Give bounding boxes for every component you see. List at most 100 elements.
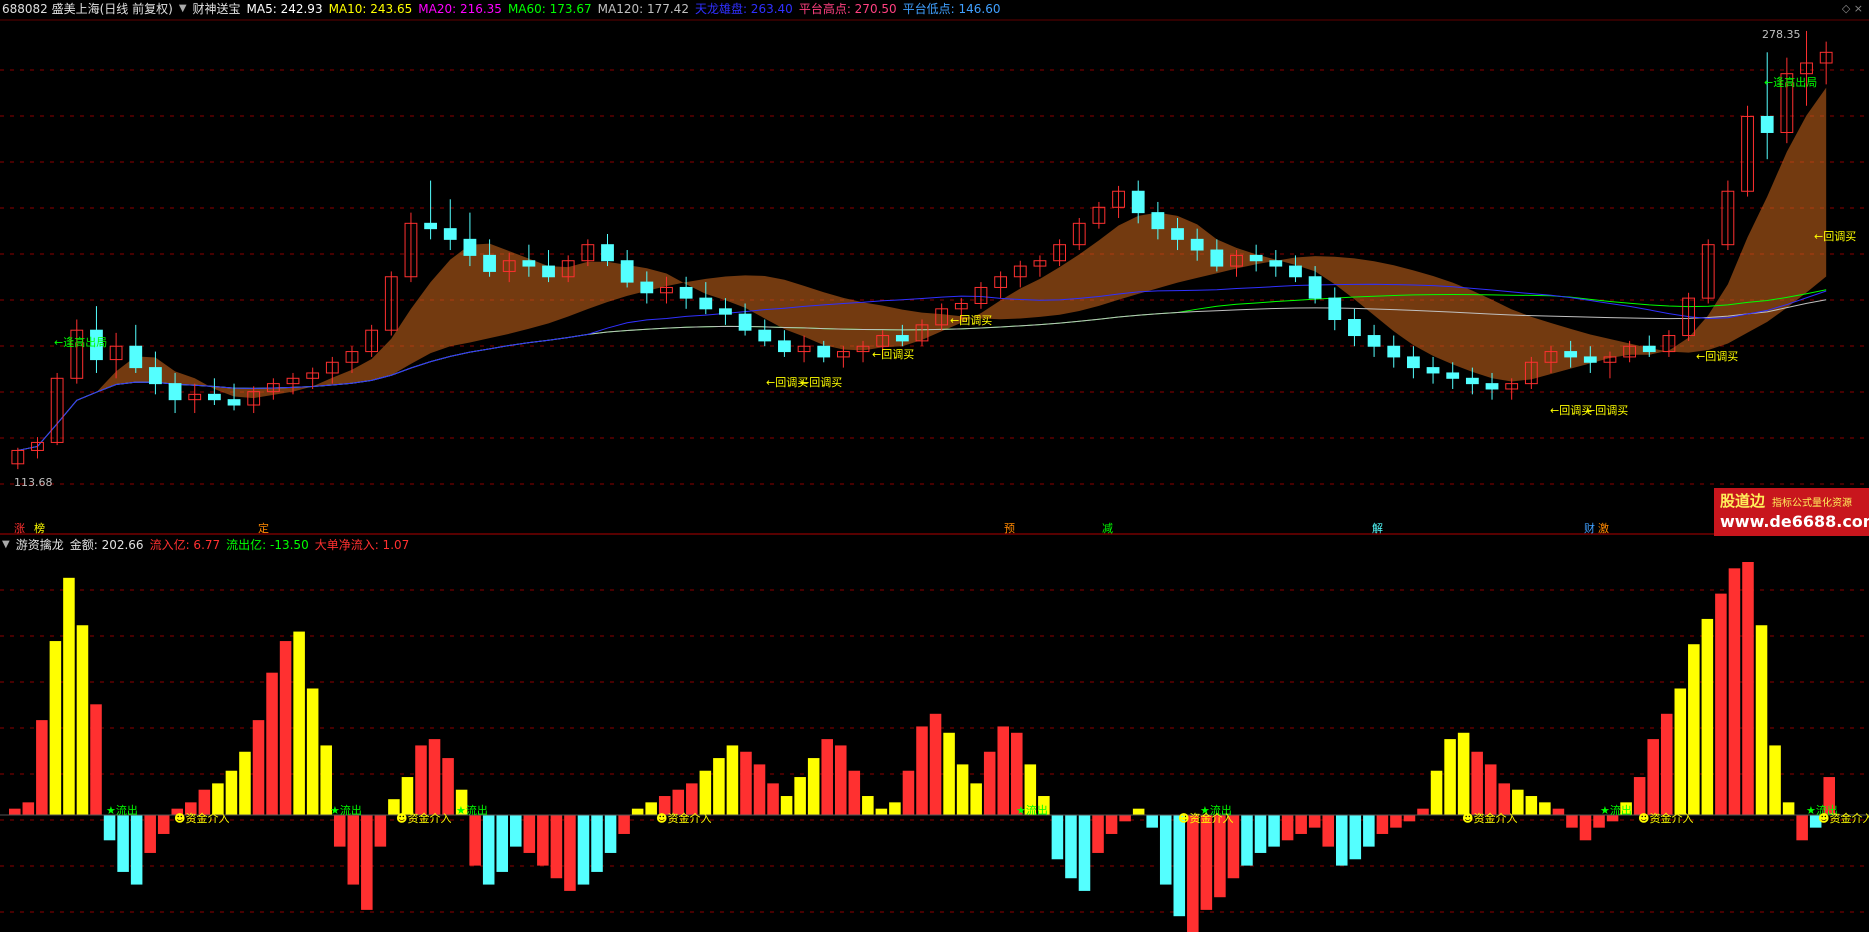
flow-bar <box>713 758 725 815</box>
flow-bar <box>1688 644 1700 815</box>
arrow-icon: ← <box>800 376 810 389</box>
chart-window: { "header_top": { "stock": "688082 盛美上海(… <box>0 0 1869 932</box>
pullback-buy-label: ←回调买 <box>1814 228 1856 244</box>
flow-bar <box>1132 808 1145 815</box>
flow-bar <box>902 770 915 815</box>
flow-bar <box>631 808 644 815</box>
flow-bar <box>1363 815 1375 847</box>
flow-bar <box>469 815 481 866</box>
flow-bar <box>1146 815 1158 828</box>
fund-in-label: ☻资金介入 <box>656 812 712 825</box>
price-high-label: 278.35 <box>1762 28 1801 41</box>
main-force-out-text: 流出 <box>1025 804 1048 817</box>
main-force-out-label: ★流出 <box>1016 804 1048 817</box>
marker-yu: 预 <box>1004 522 1015 535</box>
flow-bar <box>1552 808 1565 815</box>
main-force-out-text: 流出 <box>1609 804 1632 817</box>
flow-bar <box>889 802 901 815</box>
flow-bar <box>239 751 251 815</box>
flow-bar <box>740 751 752 815</box>
flow-bar <box>76 625 89 815</box>
flow-bar <box>1403 815 1416 822</box>
flow-bar <box>726 745 739 815</box>
candle-body <box>1426 367 1440 374</box>
flow-bar <box>144 815 156 853</box>
candle-body <box>1760 115 1774 133</box>
flow-bar <box>36 720 48 815</box>
pullback-buy-label: ←回调买 <box>950 312 992 328</box>
candle-body <box>1367 335 1381 347</box>
flow-bar <box>604 815 617 853</box>
candle-body <box>699 297 713 310</box>
candle-body <box>483 254 496 272</box>
fund-in-label: ☻资金介入 <box>1818 810 1869 826</box>
flow-bar <box>699 770 712 815</box>
pullback-buy-label: ←回调买 <box>1696 348 1738 364</box>
pullback-buy-text: 回调买 <box>1595 404 1629 417</box>
flow-bar <box>266 672 278 815</box>
flow-bar <box>1390 815 1402 828</box>
candle-body <box>1328 297 1342 321</box>
flow-bar <box>929 713 942 815</box>
candle-body <box>817 345 831 358</box>
flow-bar <box>780 796 793 815</box>
arrow-icon: ← <box>1696 350 1706 363</box>
candle-body <box>758 329 772 342</box>
candle-body <box>1131 190 1145 214</box>
ribbon-band <box>17 87 1827 451</box>
flow-bar <box>1119 815 1131 822</box>
flow-bar <box>997 726 1010 815</box>
logo-url: www.de6688.com <box>1720 512 1869 531</box>
flow-bar <box>225 770 238 815</box>
marker-bang: 榜 <box>34 522 45 535</box>
fund-in-text: 资金介入 <box>667 812 712 825</box>
candle-body <box>778 340 791 353</box>
main-force-out-label: ★流出 <box>330 804 362 817</box>
main-force-out-text: 流出 <box>339 804 362 817</box>
pullback-buy-label: ←回调买 <box>800 374 842 390</box>
flow-bar <box>306 688 319 815</box>
flow-bar <box>1430 770 1443 815</box>
flow-bar <box>564 815 576 891</box>
flow-bar <box>807 758 820 815</box>
arrow-icon: ← <box>1764 76 1774 89</box>
candle-body <box>1446 372 1460 379</box>
main-force-out-text: 流出 <box>465 804 488 817</box>
flow-bar <box>130 815 143 885</box>
flow-bar <box>1796 815 1808 841</box>
flow-bar <box>157 815 170 834</box>
flow-bar <box>1214 815 1226 898</box>
candle-body <box>1564 351 1578 358</box>
flow-bar <box>510 815 522 847</box>
flow-bar <box>821 739 833 815</box>
flow-bar <box>293 631 305 815</box>
candle-body <box>149 367 162 385</box>
logo-tagline: 指标公式量化资源 <box>1772 498 1852 509</box>
flow-bar <box>1647 739 1659 815</box>
pullback-buy-text: 回调买 <box>881 348 915 361</box>
flow-bar <box>618 815 630 834</box>
flow-bar <box>1268 815 1280 847</box>
flow-bar <box>1335 815 1348 866</box>
candle-body <box>207 393 221 401</box>
arrow-icon: ← <box>1814 230 1824 243</box>
chart-canvas <box>0 19 1869 932</box>
flow-bar <box>1755 625 1768 815</box>
candle-body <box>1465 377 1479 385</box>
flow-bar <box>482 815 495 885</box>
flow-bar <box>1105 815 1118 834</box>
flow-bar <box>1579 815 1592 841</box>
flow-bar <box>1159 815 1172 885</box>
arrow-icon: ← <box>1586 404 1596 417</box>
candle-body <box>227 399 241 406</box>
pullback-buy-text: 回调买 <box>959 314 993 327</box>
flow-bar <box>1484 764 1497 815</box>
fund-in-text: 资金介入 <box>407 812 452 825</box>
flow-bar <box>374 815 387 847</box>
flow-bar <box>1295 815 1307 834</box>
fund-in-text: 资金介入 <box>1829 812 1869 825</box>
fund-in-label: ☻资金介入 <box>174 812 230 825</box>
marker-zhang: 涨 <box>14 522 25 535</box>
flow-bar <box>333 815 346 847</box>
flow-bar <box>1457 732 1470 815</box>
